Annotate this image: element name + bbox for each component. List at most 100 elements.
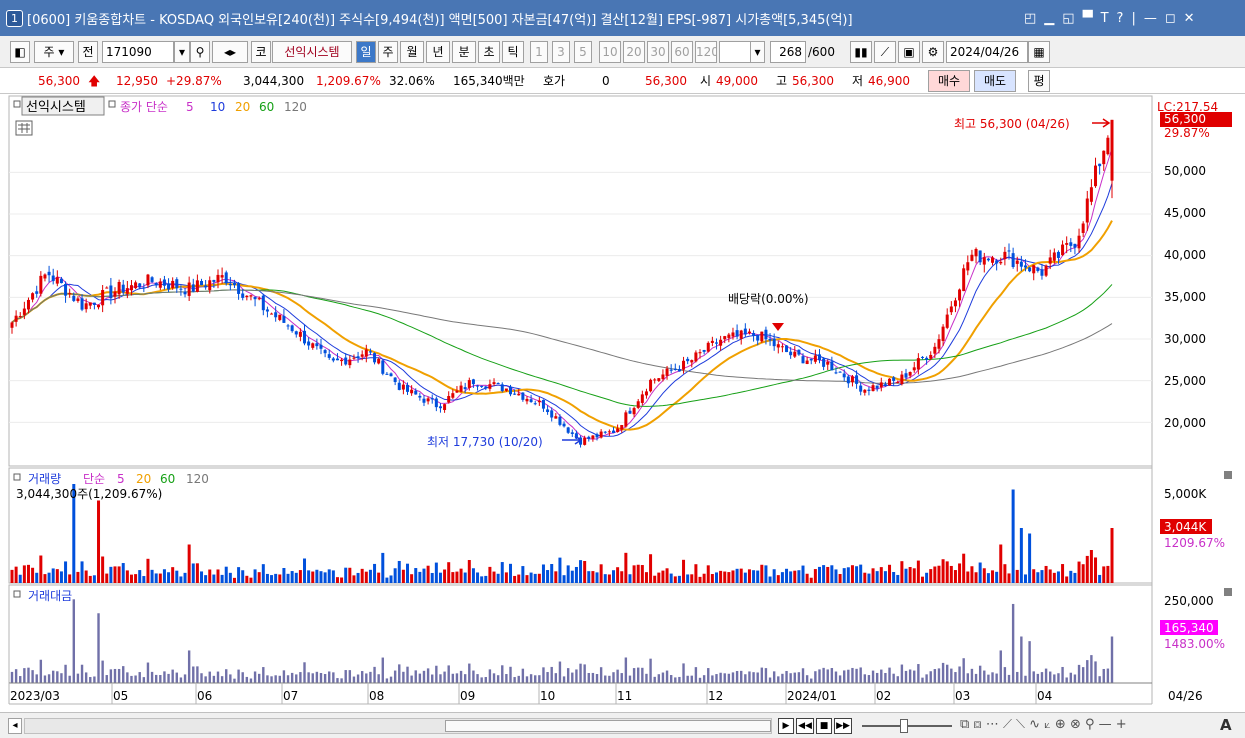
save-icon[interactable]: ▣ — [898, 41, 920, 63]
candle-body — [14, 315, 18, 322]
minimize-small-icon[interactable]: ▁ — [1044, 11, 1054, 26]
tile-icon[interactable]: ◱ — [1062, 11, 1074, 26]
volume-bar — [377, 572, 381, 583]
stock-code-input[interactable]: 171090 — [102, 41, 174, 63]
period-year-button[interactable]: 년 — [426, 41, 450, 63]
count-input[interactable]: 268 — [770, 41, 806, 63]
minimize-icon[interactable]: — — [1144, 11, 1157, 26]
kosdaq-button[interactable]: 코 — [251, 41, 271, 63]
volume-bar — [558, 557, 562, 583]
drawing-tools-icons[interactable]: ⧉ ⧈ ⋯ ⟋ ⟍ ∿ ⟀ ⊕ ⊗ ⚲ — + — [960, 717, 1127, 732]
period-week-button[interactable]: 주 — [378, 41, 398, 63]
candle-body — [937, 339, 941, 349]
horizontal-scrollbar[interactable]: ◂ ▶ ◀◀ ■ ▶▶ ⧉ ⧈ ⋯ ⟋ ⟍ ∿ ⟀ ⊕ ⊗ ⚲ — + A — [0, 712, 1245, 738]
candle-body — [1040, 269, 1044, 276]
amount-bar — [826, 669, 829, 683]
volume-panel-close-icon[interactable] — [1224, 471, 1232, 479]
prev-button[interactable]: 전 — [78, 41, 98, 63]
volume-y-tick: 5,000K — [1164, 487, 1207, 501]
candle-tool-icon[interactable]: ▮▮ — [850, 41, 872, 63]
candle-body — [88, 302, 92, 306]
amount-bar — [352, 676, 356, 683]
interval-1-button[interactable]: 1 — [530, 41, 548, 63]
volume-bar — [241, 570, 245, 583]
interval-120-button[interactable]: 120 — [695, 41, 717, 63]
period-minute-button[interactable]: 분 — [452, 41, 476, 63]
restore-icon[interactable]: ◰ — [1024, 11, 1036, 26]
interval-5-button[interactable]: 5 — [574, 41, 592, 63]
code-dropdown-icon[interactable]: ▾ — [174, 41, 190, 63]
chart-area[interactable]: 선익시스템 종가 단순 5 10 20 60 120 LC:217.54 56,… — [0, 94, 1245, 712]
close-icon[interactable]: ✕ — [1184, 11, 1195, 26]
sell-button[interactable]: 매도 — [974, 70, 1016, 92]
gear-icon[interactable]: ⚙ — [922, 41, 944, 63]
eval-button[interactable]: 평 — [1028, 70, 1050, 92]
period-second-button[interactable]: 초 — [478, 41, 500, 63]
amount-bar — [435, 665, 438, 683]
volume-bar — [224, 566, 228, 583]
volume-bar — [871, 568, 875, 583]
grid-toggle-icon[interactable] — [15, 120, 33, 136]
volume-bar — [995, 571, 999, 583]
layout-icon[interactable]: ◧ — [10, 41, 30, 63]
volume-bar — [150, 569, 154, 583]
amount-bar — [764, 668, 768, 683]
rewind-icon[interactable]: ◀◀ — [796, 718, 814, 734]
amount-bar — [245, 676, 249, 683]
volume-bar — [1073, 572, 1077, 583]
help-icon[interactable]: ? — [1117, 11, 1124, 26]
period-tick-button[interactable]: 틱 — [502, 41, 524, 63]
period-day-button[interactable]: 일 — [356, 41, 376, 63]
candle-body — [59, 278, 63, 284]
pin-icon[interactable]: ▀ — [1083, 11, 1093, 26]
line-tool-icon[interactable]: ⟋ — [874, 41, 896, 63]
interval-3-button[interactable]: 3 — [552, 41, 570, 63]
amount-bar — [941, 662, 945, 683]
candle-body — [945, 314, 949, 328]
amount-bar — [900, 664, 904, 683]
candle-body — [525, 398, 529, 402]
amount-bar — [60, 673, 63, 683]
amount-bar — [702, 675, 706, 683]
volume-bar — [1069, 570, 1073, 583]
volume-bar — [1065, 576, 1069, 583]
forward-icon[interactable]: ▶▶ — [834, 718, 852, 734]
date-input[interactable]: 2024/04/26 — [946, 41, 1028, 63]
calendar-icon[interactable]: ▦ — [1028, 41, 1050, 63]
interval-dropdown-icon[interactable]: ▾ — [750, 41, 765, 63]
candle-body — [467, 380, 471, 388]
scroll-thumb[interactable] — [445, 720, 771, 732]
candle-body — [187, 282, 191, 296]
play-icon[interactable]: ▶ — [778, 718, 794, 734]
interval-10-button[interactable]: 10 — [599, 41, 621, 63]
buy-button[interactable]: 매수 — [928, 70, 970, 92]
speed-slider-handle[interactable] — [900, 719, 908, 733]
volume-bar — [195, 563, 199, 583]
scroll-track[interactable] — [24, 718, 772, 734]
candle-body — [669, 369, 673, 371]
stock-name-field[interactable]: 선익시스템 — [272, 41, 352, 63]
speaker-icon[interactable]: ◂▸ — [212, 41, 248, 63]
font-icon[interactable]: T — [1101, 11, 1109, 26]
volume-bar — [488, 566, 492, 583]
amount-bar — [604, 675, 607, 683]
candle-body — [682, 360, 686, 370]
volume-bar — [780, 572, 784, 583]
search-icon[interactable]: ⚲ — [190, 41, 210, 63]
amount-bar — [447, 665, 450, 683]
stock-chart[interactable]: 선익시스템 종가 단순 5 10 20 60 120 LC:217.54 56,… — [0, 94, 1245, 712]
period-type-select[interactable]: 주 ▾ — [34, 41, 74, 63]
interval-20-button[interactable]: 20 — [623, 41, 645, 63]
scroll-left-icon[interactable]: ◂ — [8, 718, 22, 734]
amount-panel-close-icon[interactable] — [1224, 588, 1232, 596]
interval-60-button[interactable]: 60 — [671, 41, 693, 63]
volume-bar — [933, 566, 937, 583]
amount-bar — [517, 675, 520, 683]
stop-icon[interactable]: ■ — [816, 718, 832, 734]
maximize-icon[interactable]: ◻ — [1165, 11, 1176, 26]
period-month-button[interactable]: 월 — [400, 41, 424, 63]
interval-30-button[interactable]: 30 — [647, 41, 669, 63]
candle-body — [801, 356, 805, 364]
volume-bar — [64, 561, 68, 583]
font-size-icon[interactable]: A — [1220, 716, 1232, 734]
